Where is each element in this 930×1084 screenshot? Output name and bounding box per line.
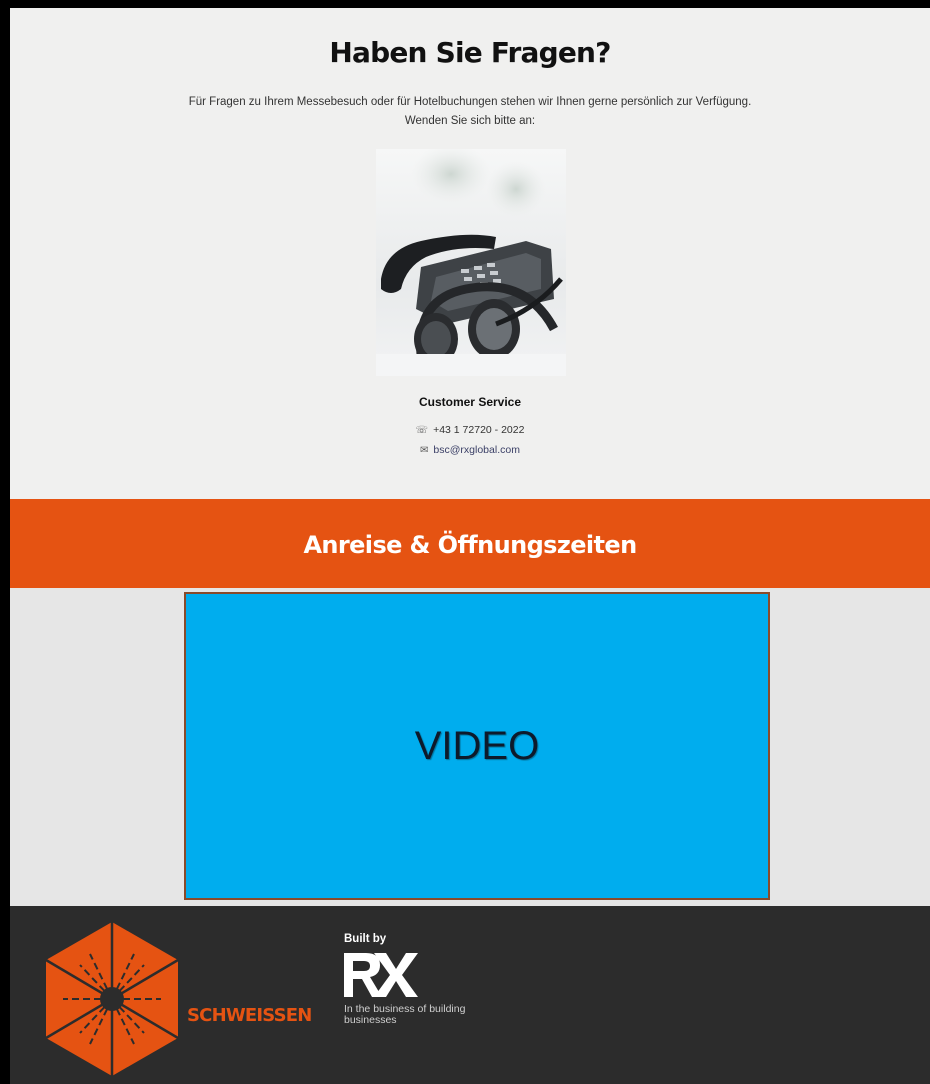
contact-heading: Haben Sie Fragen? [329, 36, 611, 69]
schweissen-logo-icon [45, 922, 179, 1076]
brand-name: SCHWEISSEN [187, 1005, 312, 1026]
customer-service-title: Customer Service [418, 395, 522, 409]
email-line: ✉ bsc@rxglobal.com [10, 444, 930, 456]
customer-service-photo [376, 149, 566, 376]
rx-tagline: In the business of building businesses [344, 1003, 466, 1026]
directions-banner: Anreise & Öffnungszeiten [10, 499, 930, 588]
directions-heading: Anreise & Öffnungszeiten [303, 531, 637, 559]
phone-line: ☏ +43 1 72720 - 2022 [10, 424, 930, 436]
built-by-label: Built by [344, 933, 387, 945]
video-label: VIDEO [414, 724, 540, 768]
intro-line-2: Wenden Sie sich bitte an: [404, 115, 536, 127]
video-section: VIDEO [10, 588, 930, 906]
footer: SCHWEISSEN Built by In the business of b… [10, 906, 930, 1084]
intro-line-1: Für Fragen zu Ihrem Messebesuch oder für… [188, 96, 752, 108]
page: Haben Sie Fragen? Für Fragen zu Ihrem Me… [10, 8, 930, 1084]
phone-number[interactable]: +43 1 72720 - 2022 [433, 424, 524, 436]
phone-icon: ☏ [415, 425, 429, 436]
video-player[interactable]: VIDEO [184, 592, 770, 900]
email-link[interactable]: bsc@rxglobal.com [433, 444, 520, 456]
rx-logo-icon [344, 953, 418, 997]
envelope-icon: ✉ [420, 445, 429, 456]
contact-section: Haben Sie Fragen? Für Fragen zu Ihrem Me… [10, 8, 930, 499]
contact-intro: Für Fragen zu Ihrem Messebesuch oder für… [10, 93, 930, 131]
